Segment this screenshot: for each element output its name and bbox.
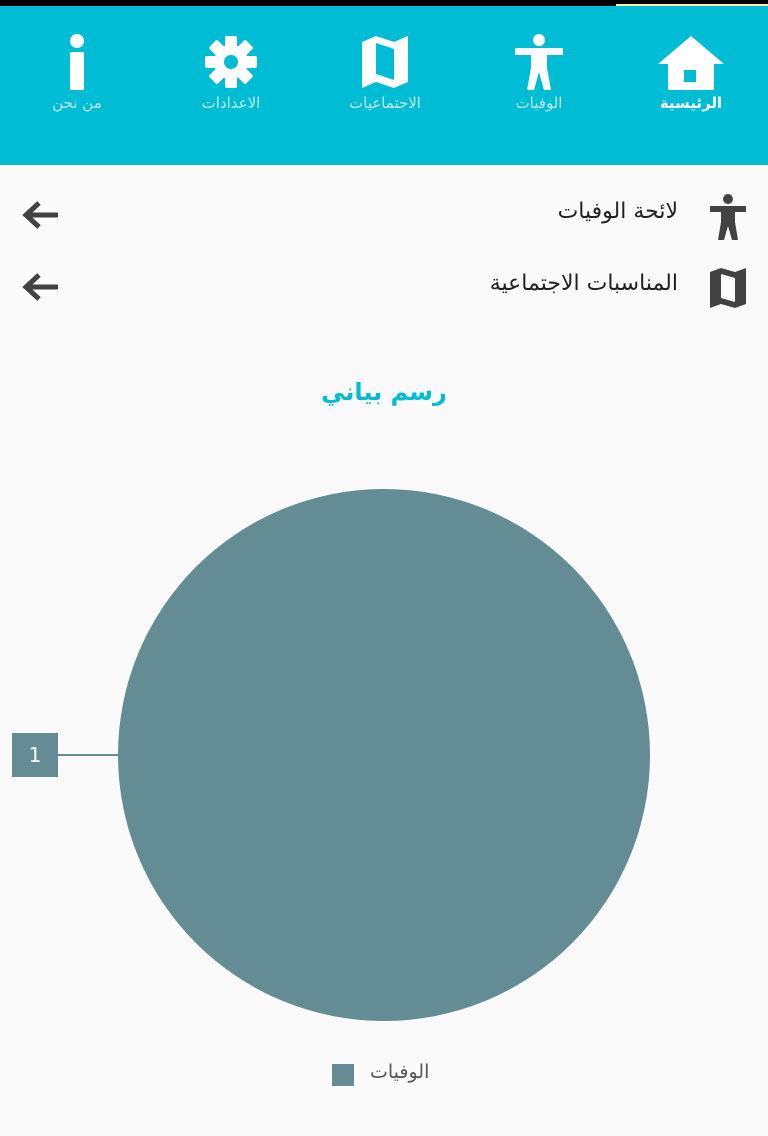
accessibility-icon [515, 34, 563, 90]
nav-tab-deaths[interactable]: الوفيات [464, 34, 614, 134]
pie-slice[interactable] [118, 489, 650, 1021]
menu-row-label: لائحة الوفيات [557, 199, 678, 224]
menu-row-social-events[interactable]: المناسبات الاجتماعية [0, 258, 768, 318]
chart-title: رسم بياني [321, 378, 447, 406]
menu-row-deaths-list[interactable]: لائحة الوفيات [0, 186, 768, 246]
legend-label: الوفيات [370, 1061, 430, 1083]
nav-tab-settings[interactable]: الاعدادات [156, 34, 306, 134]
nav-tab-social[interactable]: الاجتماعيات [310, 34, 460, 134]
home-icon [658, 36, 724, 90]
arrow-left-icon [22, 273, 58, 301]
map-icon [710, 268, 746, 308]
nav-tab-label: الاجتماعيات [349, 94, 421, 112]
map-icon [362, 36, 408, 88]
legend-swatch [332, 1064, 354, 1086]
pie-chart: 1 [12, 489, 650, 1021]
nav-tab-home[interactable]: الرئيسية [616, 34, 766, 134]
accessibility-icon [710, 194, 746, 240]
gear-icon [205, 36, 257, 88]
chart-legend: الوفيات [0, 1058, 768, 1092]
data-label: 1 [29, 743, 42, 767]
arrow-left-icon [22, 201, 58, 229]
nav-tab-label: الاعدادات [201, 94, 261, 112]
info-icon [70, 34, 84, 90]
nav-tab-label: الرئيسية [659, 94, 723, 112]
nav-tab-about[interactable]: من نحن [2, 34, 152, 134]
top-navigation: الرئيسية الوفيات الاجتماعيات الاعدادات م… [0, 6, 768, 165]
menu-row-label: المناسبات الاجتماعية [489, 271, 678, 296]
nav-tab-label: من نحن [52, 94, 102, 112]
nav-tab-label: الوفيات [515, 94, 563, 112]
